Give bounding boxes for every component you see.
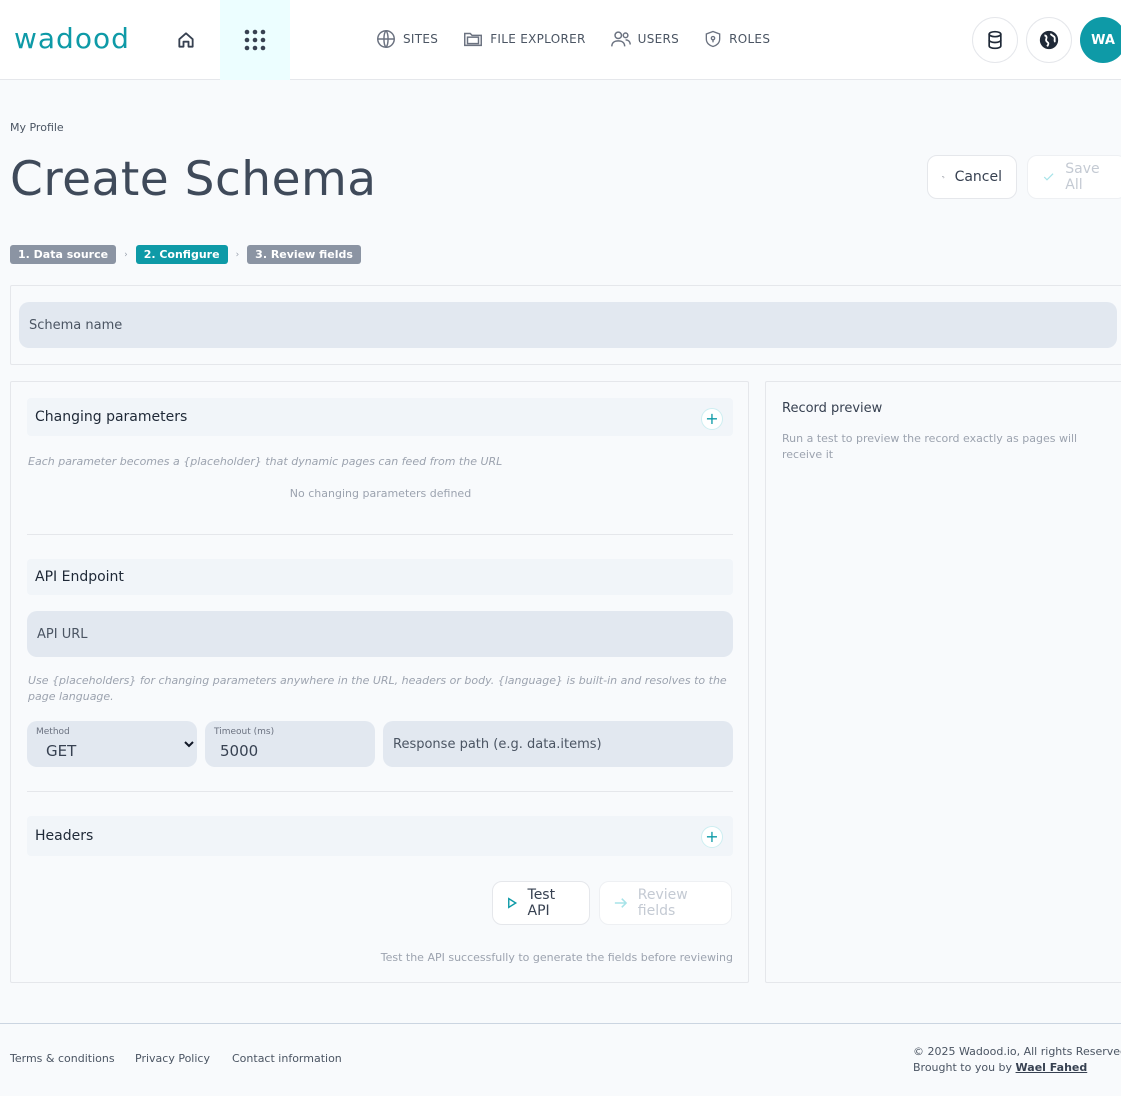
record-preview-hint: Run a test to preview the record exactly…	[782, 432, 1078, 461]
cancel-button[interactable]: Cancel	[927, 155, 1017, 199]
api-url-input[interactable]: API URL	[27, 611, 733, 657]
configure-card: Changing parameters + Each parameter bec…	[10, 381, 749, 983]
database-icon	[988, 30, 1002, 50]
record-preview-title: Record preview	[782, 401, 883, 416]
response-path-input[interactable]: Response path (e.g. data.items)	[383, 721, 733, 767]
database-button[interactable]	[972, 17, 1018, 63]
brought-by-line: Brought to you by Wael Fahed	[913, 1060, 1121, 1076]
changing-parameters-title: Changing parameters	[35, 409, 188, 425]
step-configure[interactable]: 2. Configure	[135, 245, 228, 264]
brought-by-text: Brought to you by	[913, 1061, 1013, 1074]
save-all-button[interactable]: Save All	[1027, 155, 1121, 199]
schema-name-input[interactable]: Schema name	[19, 302, 1117, 348]
plus-icon: +	[705, 409, 719, 428]
nav-roles[interactable]: ROLES	[703, 28, 770, 50]
review-fields-button[interactable]: Review fields	[599, 881, 732, 925]
divider	[27, 534, 733, 535]
language-button[interactable]	[1026, 17, 1072, 63]
apps-button[interactable]	[220, 0, 290, 80]
api-endpoint-title: API Endpoint	[35, 569, 124, 585]
step-data-source[interactable]: 1. Data source	[10, 245, 117, 264]
contact-link[interactable]: Contact information	[232, 1052, 342, 1065]
timeout-value: 5000	[220, 742, 259, 760]
folder-icon	[464, 32, 483, 47]
stepper: 1. Data source › 2. Configure › 3. Revie…	[10, 245, 361, 264]
api-url-hint: Use {placeholders} for changing paramete…	[28, 674, 727, 703]
nav-roles-label: ROLES	[729, 32, 771, 46]
top-bar: wadood SITES FILE EXPLORER USERS ROLES W…	[0, 0, 1121, 80]
home-button[interactable]	[170, 24, 202, 56]
play-icon	[508, 897, 518, 909]
main-nav: SITES FILE EXPLORER USERS ROLES	[375, 28, 770, 50]
chevron-right-icon: ›	[235, 249, 240, 260]
shield-icon	[705, 30, 721, 48]
method-label: Method	[36, 727, 70, 737]
headers-title: Headers	[35, 828, 94, 844]
save-all-label: Save All	[1065, 161, 1100, 193]
test-api-label: Test API	[527, 887, 556, 919]
timeout-label: Timeout (ms)	[214, 727, 275, 737]
step-review-fields[interactable]: 3. Review fields	[247, 245, 361, 264]
schema-name-card: Schema name	[10, 285, 1121, 365]
plus-icon: +	[705, 827, 719, 846]
add-parameter-button[interactable]: +	[701, 408, 723, 430]
arrow-right-icon	[614, 898, 628, 908]
chevron-right-icon: ›	[124, 249, 128, 260]
terms-link[interactable]: Terms & conditions	[10, 1052, 115, 1065]
nav-file-explorer[interactable]: FILE EXPLORER	[462, 28, 585, 50]
check-icon	[1043, 173, 1054, 181]
add-header-button[interactable]: +	[701, 826, 723, 848]
copyright-text: © 2025 Wadood.io, All rights Reserved	[913, 1045, 1121, 1058]
api-endpoint-header: API Endpoint	[27, 559, 733, 595]
footer-divider	[0, 1023, 1121, 1024]
record-preview-card: Record preview Run a test to preview the…	[765, 381, 1121, 983]
author-link[interactable]: Wael Fahed	[1016, 1061, 1088, 1074]
page-title: Create Schema	[10, 152, 377, 207]
users-icon	[610, 31, 631, 47]
grid-icon	[244, 29, 266, 51]
review-fields-label: Review fields	[637, 887, 688, 919]
method-value: GET	[46, 742, 77, 760]
chevron-down-icon	[184, 741, 194, 748]
globe-icon	[377, 30, 395, 48]
no-parameters-text: No changing parameters defined	[289, 487, 472, 500]
changing-parameters-hint: Each parameter becomes a {placeholder} t…	[28, 455, 503, 468]
avatar[interactable]: WA	[1080, 17, 1121, 63]
privacy-link[interactable]: Privacy Policy	[135, 1052, 210, 1065]
nav-sites-label: SITES	[403, 32, 439, 46]
logo[interactable]: wadood	[14, 22, 130, 55]
test-api-button[interactable]: Test API	[492, 881, 590, 925]
divider	[27, 791, 733, 792]
nav-users[interactable]: USERS	[610, 28, 679, 50]
nav-users-label: USERS	[637, 32, 680, 46]
test-api-hint: Test the API successfully to generate th…	[380, 951, 733, 964]
undo-icon	[942, 176, 945, 179]
nav-sites[interactable]: SITES	[375, 28, 438, 50]
home-icon	[178, 32, 194, 48]
footer-credits: © 2025 Wadood.io, All rights Reserved Br…	[913, 1044, 1121, 1076]
headers-header: Headers	[27, 816, 733, 856]
globe-icon	[1039, 30, 1059, 50]
changing-parameters-header: Changing parameters	[27, 398, 733, 436]
cancel-label: Cancel	[954, 169, 1002, 185]
nav-file-explorer-label: FILE EXPLORER	[490, 32, 586, 46]
breadcrumb[interactable]: My Profile	[10, 121, 64, 134]
